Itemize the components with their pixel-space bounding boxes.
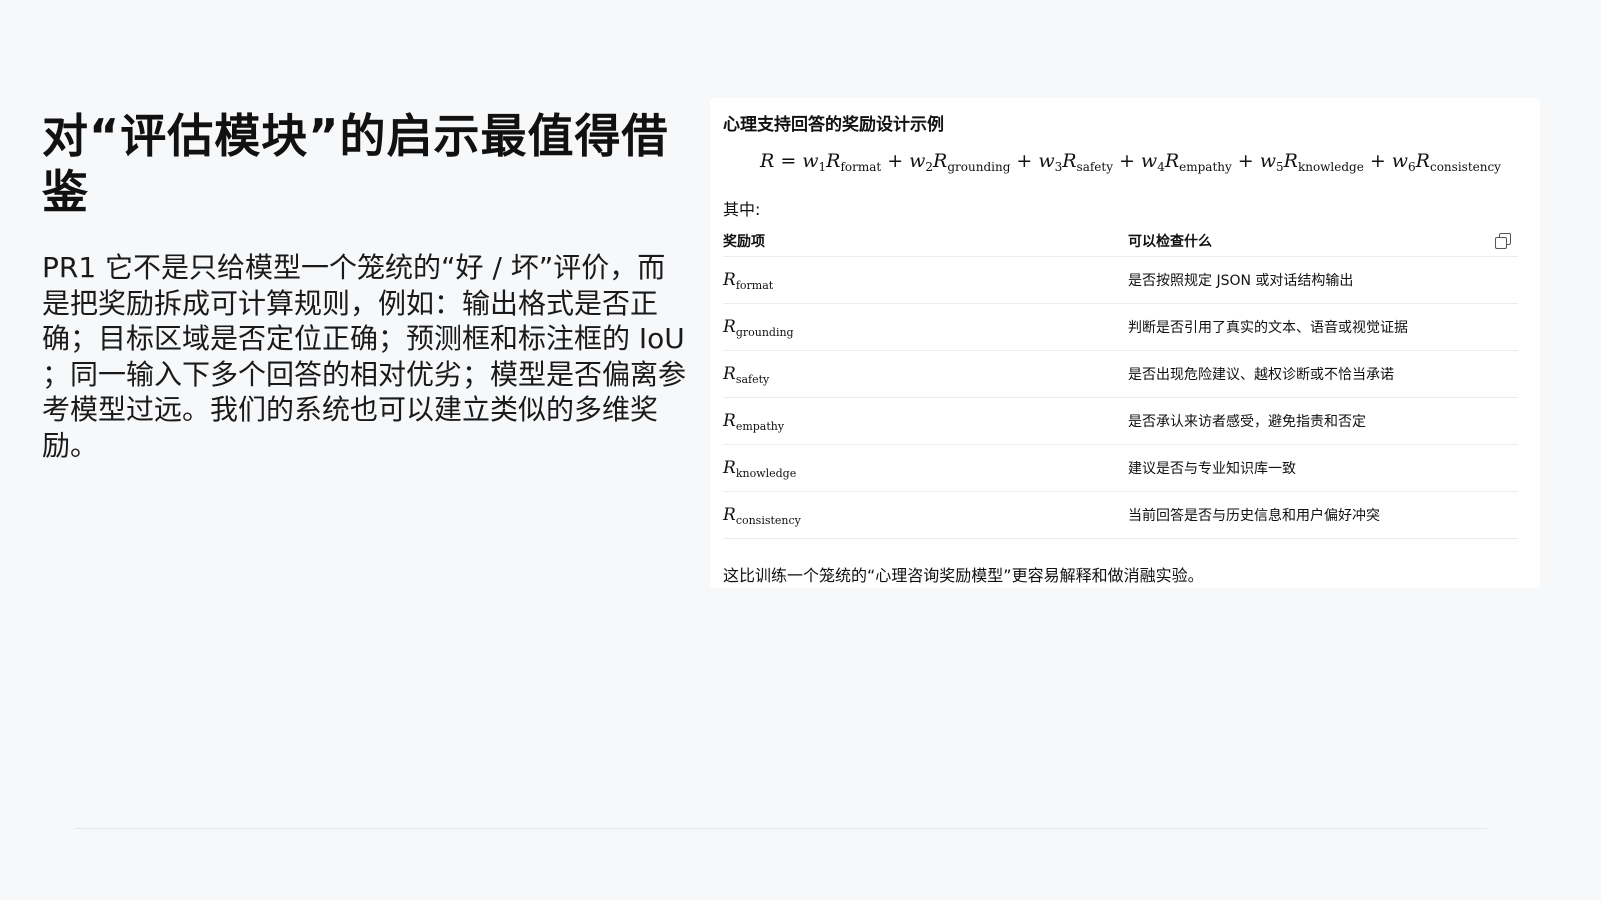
reward-symbol: R <box>933 150 948 172</box>
formula-term: w4Rempathy <box>1140 150 1232 174</box>
formula-terms: w1Rformat + w2Rgrounding + w3Rsafety + w4Rempa… <box>802 150 1501 174</box>
reward-symbol: R <box>723 364 736 384</box>
check-description-cell: 是否出现危险建议、越权诊断或不恰当承诺 <box>1128 367 1394 383</box>
reward-symbol: R <box>723 270 736 290</box>
formula-plus: + <box>887 150 904 172</box>
reward-subscript: format <box>840 160 882 174</box>
reward-symbol: R <box>723 458 736 478</box>
weight-symbol: w <box>1038 150 1055 172</box>
card-footnote: 这比训练一个笼统的“心理咨询奖励模型”更容易解释和做消融实验。 <box>723 566 1204 585</box>
reward-symbol: R <box>1415 150 1430 172</box>
reward-design-card: 心理支持回答的奖励设计示例 R = w1Rformat + w2Rgrounding + w… <box>710 98 1540 588</box>
reward-table: 奖励项 可以检查什么 Rformat 是否按照规定 JSON 或对话结构输出 Rgr… <box>723 226 1518 539</box>
weight-index: 5 <box>1275 160 1284 174</box>
reward-symbol: R <box>826 150 841 172</box>
table-body: Rformat 是否按照规定 JSON 或对话结构输出 Rgrounding 判断是否… <box>723 257 1518 539</box>
weight-index: 2 <box>925 160 934 174</box>
weight-symbol: w <box>909 150 926 172</box>
weight-index: 4 <box>1157 160 1165 174</box>
table-row: Rempathy 是否承认来访者感受，避免指责和否定 <box>723 398 1518 445</box>
copy-icon[interactable] <box>1494 232 1512 250</box>
check-description-cell: 建议是否与专业知识库一致 <box>1128 461 1296 477</box>
reward-subscript: empathy <box>1179 160 1232 174</box>
reward-subscript: consistency <box>1429 160 1501 174</box>
table-row: Rconsistency 当前回答是否与历史信息和用户偏好冲突 <box>723 492 1518 539</box>
weight-symbol: w <box>802 150 819 172</box>
table-row: Rknowledge 建议是否与专业知识库一致 <box>723 445 1518 492</box>
formula-term: w5Rknowledge <box>1259 150 1364 174</box>
check-description-cell: 判断是否引用了真实的文本、语音或视觉证据 <box>1128 320 1408 336</box>
reward-symbol: R <box>1164 150 1180 172</box>
formula-plus: + <box>1119 150 1135 172</box>
header-check: 可以检查什么 <box>1128 234 1212 250</box>
footer-divider <box>75 828 1487 829</box>
slide-title: 对“评估模块”的启示最值得借鉴 <box>42 109 669 219</box>
reward-item-cell: Rknowledge <box>723 458 1128 480</box>
reward-symbol: R <box>1062 150 1077 172</box>
reward-symbol: R <box>723 411 736 431</box>
weight-index: 1 <box>818 160 827 174</box>
table-header: 奖励项 可以检查什么 <box>723 226 1518 257</box>
reward-subscript: grounding <box>735 326 794 339</box>
formula-term: w1Rformat <box>802 150 882 174</box>
formula-plus: + <box>1237 150 1254 172</box>
weight-symbol: w <box>1140 150 1158 172</box>
reward-subscript: knowledge <box>735 467 797 480</box>
reward-item-cell: Rempathy <box>723 411 1128 433</box>
reward-item-cell: Rsafety <box>723 364 1128 386</box>
card-title: 心理支持回答的奖励设计示例 <box>723 115 944 135</box>
reward-subscript: empathy <box>735 420 785 433</box>
reward-subscript: format <box>735 279 774 292</box>
reward-subscript: grounding <box>947 160 1011 174</box>
reward-symbol: R <box>723 317 736 337</box>
reward-item-cell: Rformat <box>723 270 1128 292</box>
reward-symbol: R <box>723 505 736 525</box>
formula-lhs: R <box>760 150 775 172</box>
reward-item-cell: Rconsistency <box>723 505 1128 527</box>
check-description-cell: 是否承认来访者感受，避免指责和否定 <box>1128 414 1366 430</box>
formula-term: w2Rgrounding <box>909 150 1011 174</box>
where-label: 其中: <box>723 200 761 219</box>
slide-body-text: PR1 它不是只给模型一个笼统的“好 / 坏”评价，而是把奖励拆成可计算规则，例… <box>42 251 687 462</box>
check-description-cell: 是否按照规定 JSON 或对话结构输出 <box>1128 273 1354 289</box>
reward-subscript: safety <box>1076 160 1113 174</box>
weight-index: 6 <box>1408 160 1416 174</box>
weight-symbol: w <box>1259 150 1276 172</box>
table-row: Rsafety 是否出现危险建议、越权诊断或不恰当承诺 <box>723 351 1518 398</box>
formula-term: w6Rconsistency <box>1391 150 1501 174</box>
formula-plus: + <box>1369 150 1386 172</box>
reward-subscript: knowledge <box>1297 160 1364 174</box>
reward-subscript: safety <box>735 373 770 386</box>
table-row: Rformat 是否按照规定 JSON 或对话结构输出 <box>723 257 1518 304</box>
reward-formula: R = w1Rformat + w2Rgrounding + w3Rsafety + w4Rem… <box>760 150 1501 174</box>
weight-symbol: w <box>1391 150 1409 172</box>
reward-item-cell: Rgrounding <box>723 317 1128 339</box>
formula-term: w3Rsafety <box>1038 150 1113 174</box>
check-description-cell: 当前回答是否与历史信息和用户偏好冲突 <box>1128 508 1380 524</box>
header-reward-item: 奖励项 <box>723 234 765 250</box>
reward-subscript: consistency <box>735 514 801 527</box>
table-row: Rgrounding 判断是否引用了真实的文本、语音或视觉证据 <box>723 304 1518 351</box>
reward-symbol: R <box>1283 150 1298 172</box>
formula-plus: + <box>1016 150 1033 172</box>
